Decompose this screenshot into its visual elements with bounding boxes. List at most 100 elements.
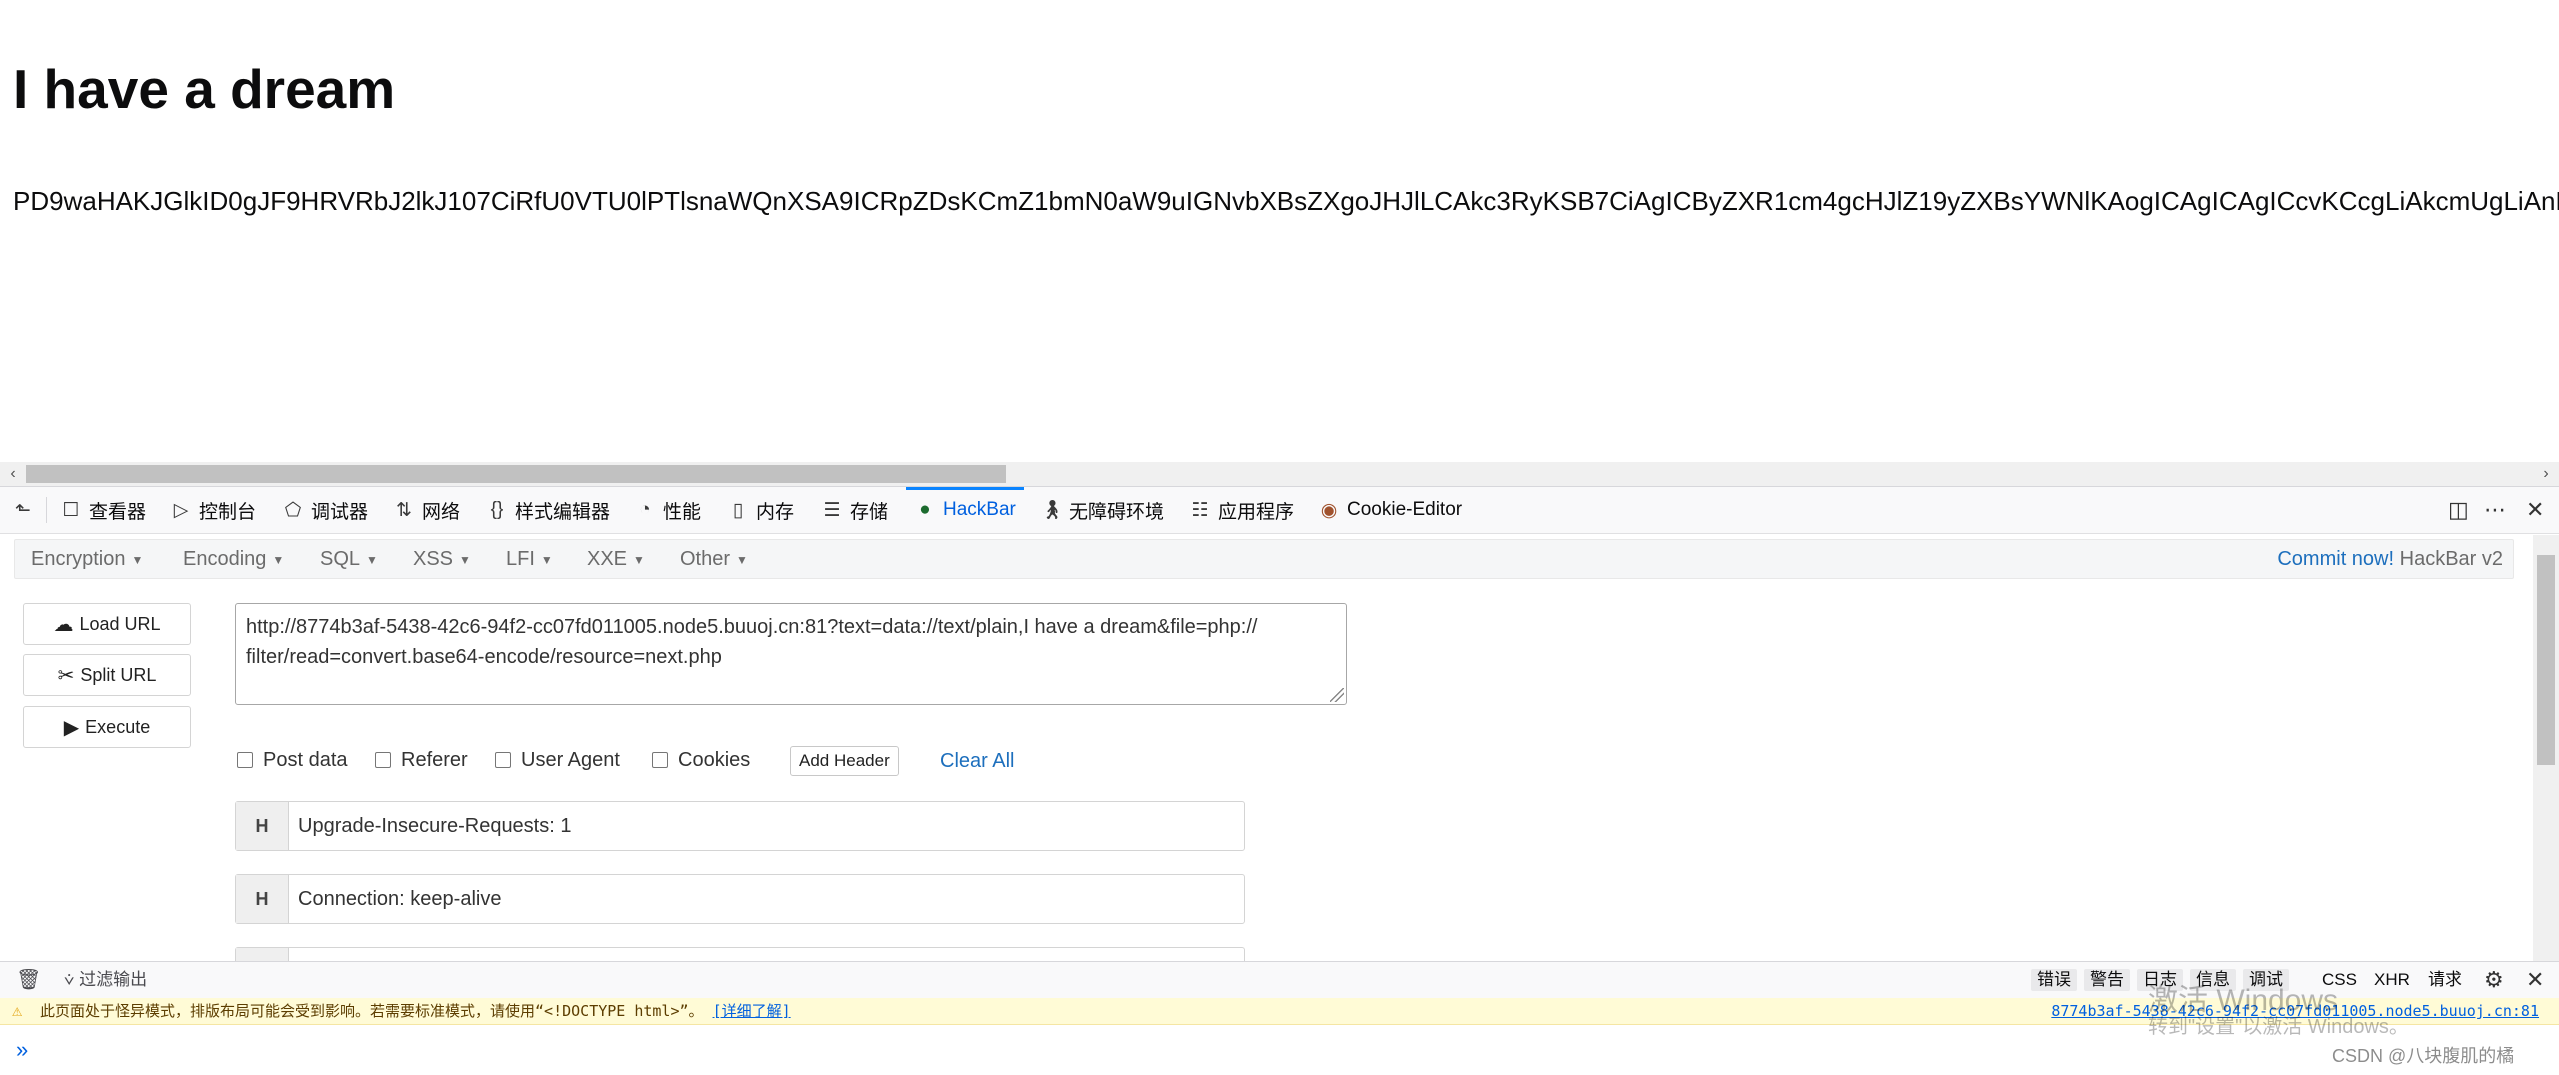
tab-memory[interactable]: ▯ 内存 xyxy=(727,487,794,533)
console-filter[interactable]: ⩒ 过滤输出 xyxy=(64,962,147,998)
post-data-option[interactable]: Post data xyxy=(237,746,348,774)
cookies-checkbox[interactable] xyxy=(652,752,668,768)
prompt-chevron-icon: » xyxy=(16,1037,29,1062)
option-label: Cookies xyxy=(678,748,751,771)
menu-sql[interactable]: SQL ▼ xyxy=(320,540,378,578)
load-url-button[interactable]: ☁ Load URL xyxy=(23,603,191,645)
menu-encoding[interactable]: Encoding ▼ xyxy=(183,540,284,578)
tab-style-editor[interactable]: {} 样式编辑器 xyxy=(486,487,610,533)
close-console-icon[interactable]: ✕ xyxy=(2526,962,2544,998)
header-value[interactable]: Upgrade-Insecure-Requests: 1 xyxy=(298,802,571,850)
url-input[interactable]: http://8774b3af-5438-42c6-94f2-cc07fd011… xyxy=(235,603,1347,705)
menu-label: Encryption xyxy=(31,548,126,570)
user-agent-option[interactable]: User Agent xyxy=(495,746,620,774)
warning-message: 此页面处于怪异模式，排版布局可能会受到影响。若需要标准模式，请使用“<!DOCT… xyxy=(40,998,791,1024)
scroll-left-icon[interactable]: ‹ xyxy=(0,462,26,486)
vertical-scrollbar[interactable] xyxy=(2533,535,2559,961)
toolbar-divider xyxy=(46,497,47,523)
encoded-output: PD9waHAKJGlkID0gJF9HRVRbJ2lkJ107CiRfU0VT… xyxy=(13,186,2559,216)
button-label: Load URL xyxy=(79,613,161,634)
console-icon: ▷ xyxy=(173,499,189,521)
option-label: Referer xyxy=(401,748,468,771)
button-label: Split URL xyxy=(80,664,157,685)
caret-down-icon: ▼ xyxy=(736,552,748,567)
filter-warnings[interactable]: 警告 xyxy=(2084,969,2130,991)
menu-lfi[interactable]: LFI ▼ xyxy=(506,540,553,578)
csdn-watermark: CSDN @八块腹肌的橘 xyxy=(2332,1046,2515,1066)
debugger-icon: ⬠ xyxy=(284,499,302,521)
tab-label: Cookie-Editor xyxy=(1347,499,1463,520)
user-agent-checkbox[interactable] xyxy=(495,752,511,768)
add-header-button[interactable]: Add Header xyxy=(790,746,899,776)
tab-performance[interactable]: ◔ 性能 xyxy=(634,487,701,533)
page-heading: I have a dream xyxy=(13,58,396,120)
filter-errors[interactable]: 错误 xyxy=(2031,969,2077,991)
close-icon[interactable]: ✕ xyxy=(2526,487,2544,533)
tab-hackbar[interactable]: ● HackBar xyxy=(906,487,1024,533)
tab-label: 控制台 xyxy=(199,501,257,523)
tab-console[interactable]: ▷ 控制台 xyxy=(170,487,256,533)
header-type xyxy=(236,948,289,962)
scroll-right-icon[interactable]: › xyxy=(2533,462,2559,486)
caret-down-icon: ▼ xyxy=(540,552,553,567)
menu-encryption[interactable]: Encryption ▼ xyxy=(31,540,143,578)
header-type[interactable]: H xyxy=(236,802,289,850)
tab-label: 无障碍环境 xyxy=(1069,501,1165,523)
cookies-option[interactable]: Cookies xyxy=(652,746,750,774)
tab-label: 内存 xyxy=(756,501,795,523)
menu-label: Encoding xyxy=(183,548,267,570)
header-value[interactable]: Connection: keep-alive xyxy=(298,875,501,923)
cloud-download-icon: ☁ xyxy=(53,613,74,636)
dock-toggle-icon[interactable]: ◫ xyxy=(2448,487,2469,533)
clear-all-link[interactable]: Clear All xyxy=(940,746,1014,776)
tab-network[interactable]: ⇅ 网络 xyxy=(393,487,460,533)
element-picker-icon[interactable]: ⬑ xyxy=(12,487,41,533)
more-options-icon[interactable]: ⋯ xyxy=(2484,487,2506,533)
hackbar-icon: ● xyxy=(919,499,931,520)
trash-icon[interactable]: 🗑︎ xyxy=(16,962,41,998)
execute-button[interactable]: ▶︎ Execute xyxy=(23,706,191,748)
settings-gear-icon[interactable]: ⚙ xyxy=(2484,962,2504,998)
caret-down-icon: ▼ xyxy=(633,552,645,567)
commit-link[interactable]: Commit now! xyxy=(2277,548,2394,570)
tab-label: 网络 xyxy=(422,501,461,523)
network-icon: ⇅ xyxy=(396,499,412,521)
menu-xxe[interactable]: XXE ▼ xyxy=(587,540,645,578)
filter-requests[interactable]: 请求 xyxy=(2428,969,2462,991)
menu-other[interactable]: Other ▼ xyxy=(680,540,748,578)
tab-storage[interactable]: ☰ 存储 xyxy=(821,487,888,533)
style-editor-icon: {} xyxy=(490,499,504,520)
option-label: Post data xyxy=(263,748,348,771)
post-data-checkbox[interactable] xyxy=(237,752,253,768)
tab-debugger[interactable]: ⬠ 调试器 xyxy=(282,487,368,533)
scrollbar-thumb[interactable] xyxy=(26,465,1006,483)
tab-label: 调试器 xyxy=(311,501,369,523)
devtools-toolbar: ⬑ ☐ 查看器 ▷ 控制台 ⬠ 调试器 ⇅ 网络 {} 样式编辑器 ◔ 性能 ▯ 内存 ☰ 存储… xyxy=(0,487,2559,534)
header-type[interactable]: H xyxy=(236,875,289,923)
url-line: filter/read=convert.base64-encode/resour… xyxy=(246,646,722,668)
filter-icon: ⩒ xyxy=(64,970,75,989)
accessibility-icon: 🚶︎ xyxy=(1040,500,1065,521)
menu-label: XXE xyxy=(587,548,628,570)
tab-accessibility[interactable]: 🚶︎ 无障碍环境 xyxy=(1040,487,1164,533)
resize-handle-icon[interactable] xyxy=(1330,688,1344,702)
referer-option[interactable]: Referer xyxy=(375,746,468,774)
split-url-button[interactable]: ✂ Split URL xyxy=(23,654,191,696)
tab-label: HackBar xyxy=(943,499,1016,520)
tab-cookie-editor[interactable]: ◉ Cookie-Editor xyxy=(1318,487,1462,533)
tab-label: 样式编辑器 xyxy=(515,501,611,523)
horizontal-scrollbar[interactable]: ‹ › xyxy=(0,462,2559,486)
tab-application[interactable]: ☷ 应用程序 xyxy=(1189,487,1294,533)
hackbar-version: HackBar v2 xyxy=(2399,548,2503,570)
storage-icon: ☰ xyxy=(823,499,841,521)
caret-down-icon: ▼ xyxy=(272,552,285,567)
play-icon: ▶︎ xyxy=(63,716,80,739)
learn-more-link[interactable]: [详细了解] xyxy=(713,1002,791,1020)
menu-xss[interactable]: XSS ▼ xyxy=(413,540,471,578)
referer-checkbox[interactable] xyxy=(375,752,391,768)
tab-inspector[interactable]: ☐ 查看器 xyxy=(60,487,146,533)
scrollbar-thumb[interactable] xyxy=(2537,555,2555,765)
tab-label: 存储 xyxy=(850,501,889,523)
caret-down-icon: ▼ xyxy=(366,552,378,567)
filter-xhr[interactable]: XHR xyxy=(2374,969,2410,991)
